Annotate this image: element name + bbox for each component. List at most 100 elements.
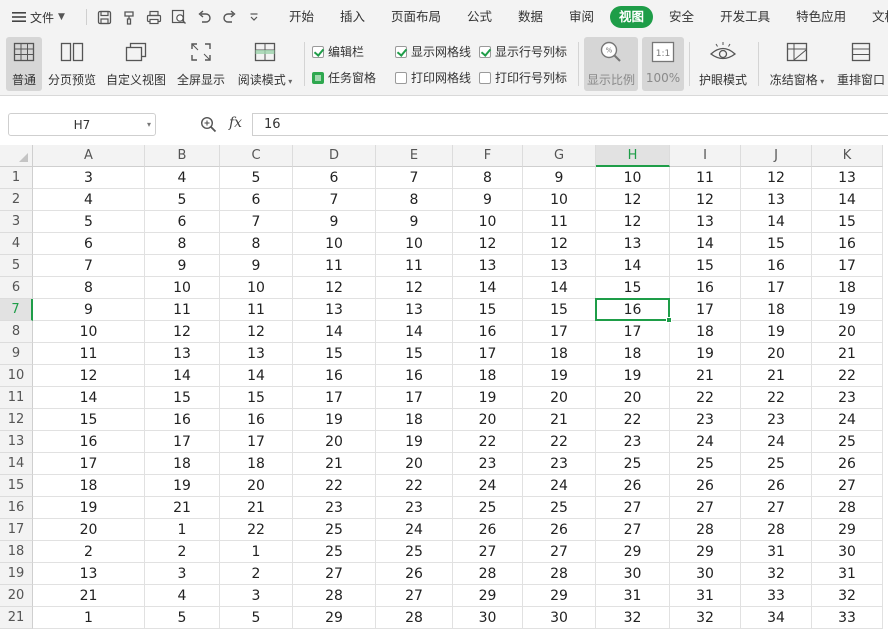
cell-g14[interactable]: 23 (523, 453, 596, 475)
format-painter-button[interactable] (119, 6, 140, 28)
chevron-down-icon[interactable]: ▾ (147, 120, 151, 129)
tab-view[interactable]: 视图 (610, 6, 654, 28)
cell-g2[interactable]: 10 (523, 189, 596, 211)
zoom-search-icon[interactable] (200, 116, 217, 136)
row-header-18[interactable]: 18 (0, 541, 33, 563)
cell-j15[interactable]: 26 (741, 475, 812, 497)
cell-h13[interactable]: 23 (596, 431, 670, 453)
cell-e8[interactable]: 14 (376, 321, 453, 343)
cell-k11[interactable]: 23 (812, 387, 883, 409)
cell-h1[interactable]: 10 (596, 167, 670, 189)
cell-a10[interactable]: 12 (33, 365, 145, 387)
cell-j14[interactable]: 25 (741, 453, 812, 475)
cell-b15[interactable]: 19 (145, 475, 220, 497)
cell-e3[interactable]: 9 (376, 211, 453, 233)
column-header-g[interactable]: G (523, 145, 596, 167)
cell-e11[interactable]: 17 (376, 387, 453, 409)
cell-e20[interactable]: 27 (376, 585, 453, 607)
cell-g7[interactable]: 15 (523, 299, 596, 321)
task-pane-checkbox[interactable]: 任务窗格 (312, 69, 376, 86)
cell-f3[interactable]: 10 (453, 211, 523, 233)
cell-j6[interactable]: 17 (741, 277, 812, 299)
cell-h10[interactable]: 19 (596, 365, 670, 387)
print-preview-button[interactable] (169, 6, 190, 28)
cell-b21[interactable]: 5 (145, 607, 220, 629)
cell-i5[interactable]: 15 (670, 255, 741, 277)
column-header-b[interactable]: B (145, 145, 220, 167)
cell-g20[interactable]: 29 (523, 585, 596, 607)
cell-d20[interactable]: 28 (293, 585, 376, 607)
column-header-k[interactable]: K (812, 145, 883, 167)
cell-f10[interactable]: 18 (453, 365, 523, 387)
cell-h5[interactable]: 14 (596, 255, 670, 277)
normal-view-button[interactable]: 普通 (6, 37, 42, 91)
cell-g4[interactable]: 12 (523, 233, 596, 255)
cell-d10[interactable]: 16 (293, 365, 376, 387)
cell-f12[interactable]: 20 (453, 409, 523, 431)
cell-b16[interactable]: 21 (145, 497, 220, 519)
cell-f4[interactable]: 12 (453, 233, 523, 255)
cell-i20[interactable]: 31 (670, 585, 741, 607)
redo-button[interactable] (219, 6, 240, 28)
cell-h11[interactable]: 20 (596, 387, 670, 409)
cell-g9[interactable]: 18 (523, 343, 596, 365)
cell-f2[interactable]: 9 (453, 189, 523, 211)
cell-a20[interactable]: 21 (33, 585, 145, 607)
formula-input[interactable]: 16 (252, 113, 888, 136)
cell-e10[interactable]: 16 (376, 365, 453, 387)
cell-d2[interactable]: 7 (293, 189, 376, 211)
tab-security[interactable]: 安全 (659, 6, 704, 28)
cell-f1[interactable]: 8 (453, 167, 523, 189)
full-screen-button[interactable]: 全屏显示 (175, 37, 227, 91)
cell-a19[interactable]: 13 (33, 563, 145, 585)
cell-g21[interactable]: 30 (523, 607, 596, 629)
row-header-19[interactable]: 19 (0, 563, 33, 585)
print-gridlines-checkbox[interactable]: 打印网格线 (395, 69, 471, 86)
column-header-a[interactable]: A (33, 145, 145, 167)
cell-c13[interactable]: 17 (220, 431, 293, 453)
cell-g13[interactable]: 22 (523, 431, 596, 453)
cell-h3[interactable]: 12 (596, 211, 670, 233)
cell-d18[interactable]: 25 (293, 541, 376, 563)
formula-bar-checkbox[interactable]: 编辑栏 (312, 43, 364, 60)
cell-j4[interactable]: 15 (741, 233, 812, 255)
row-header-12[interactable]: 12 (0, 409, 33, 431)
cell-c19[interactable]: 2 (220, 563, 293, 585)
cell-f6[interactable]: 14 (453, 277, 523, 299)
insert-function-button[interactable]: fx (229, 115, 242, 131)
column-header-e[interactable]: E (376, 145, 453, 167)
row-header-11[interactable]: 11 (0, 387, 33, 409)
cell-d1[interactable]: 6 (293, 167, 376, 189)
column-header-d[interactable]: D (293, 145, 376, 167)
tab-special-apps[interactable]: 特色应用 (786, 6, 856, 28)
cell-j16[interactable]: 27 (741, 497, 812, 519)
cell-e18[interactable]: 25 (376, 541, 453, 563)
cell-h4[interactable]: 13 (596, 233, 670, 255)
cell-d19[interactable]: 27 (293, 563, 376, 585)
cell-a18[interactable]: 2 (33, 541, 145, 563)
cell-c14[interactable]: 18 (220, 453, 293, 475)
cell-j2[interactable]: 13 (741, 189, 812, 211)
cell-g6[interactable]: 14 (523, 277, 596, 299)
cell-a12[interactable]: 15 (33, 409, 145, 431)
row-header-14[interactable]: 14 (0, 453, 33, 475)
cell-c7[interactable]: 11 (220, 299, 293, 321)
cell-k6[interactable]: 18 (812, 277, 883, 299)
cell-j3[interactable]: 14 (741, 211, 812, 233)
column-header-c[interactable]: C (220, 145, 293, 167)
cell-e4[interactable]: 10 (376, 233, 453, 255)
cell-i21[interactable]: 32 (670, 607, 741, 629)
cell-e13[interactable]: 19 (376, 431, 453, 453)
cell-a13[interactable]: 16 (33, 431, 145, 453)
cell-a5[interactable]: 7 (33, 255, 145, 277)
cell-h7[interactable]: 16 (596, 299, 670, 321)
cell-h20[interactable]: 31 (596, 585, 670, 607)
row-header-1[interactable]: 1 (0, 167, 33, 189)
cell-j18[interactable]: 31 (741, 541, 812, 563)
arrange-windows-button[interactable]: 重排窗口 (834, 37, 888, 91)
cell-i14[interactable]: 25 (670, 453, 741, 475)
cell-f13[interactable]: 22 (453, 431, 523, 453)
cell-c8[interactable]: 12 (220, 321, 293, 343)
cell-j1[interactable]: 12 (741, 167, 812, 189)
column-header-j[interactable]: J (741, 145, 812, 167)
